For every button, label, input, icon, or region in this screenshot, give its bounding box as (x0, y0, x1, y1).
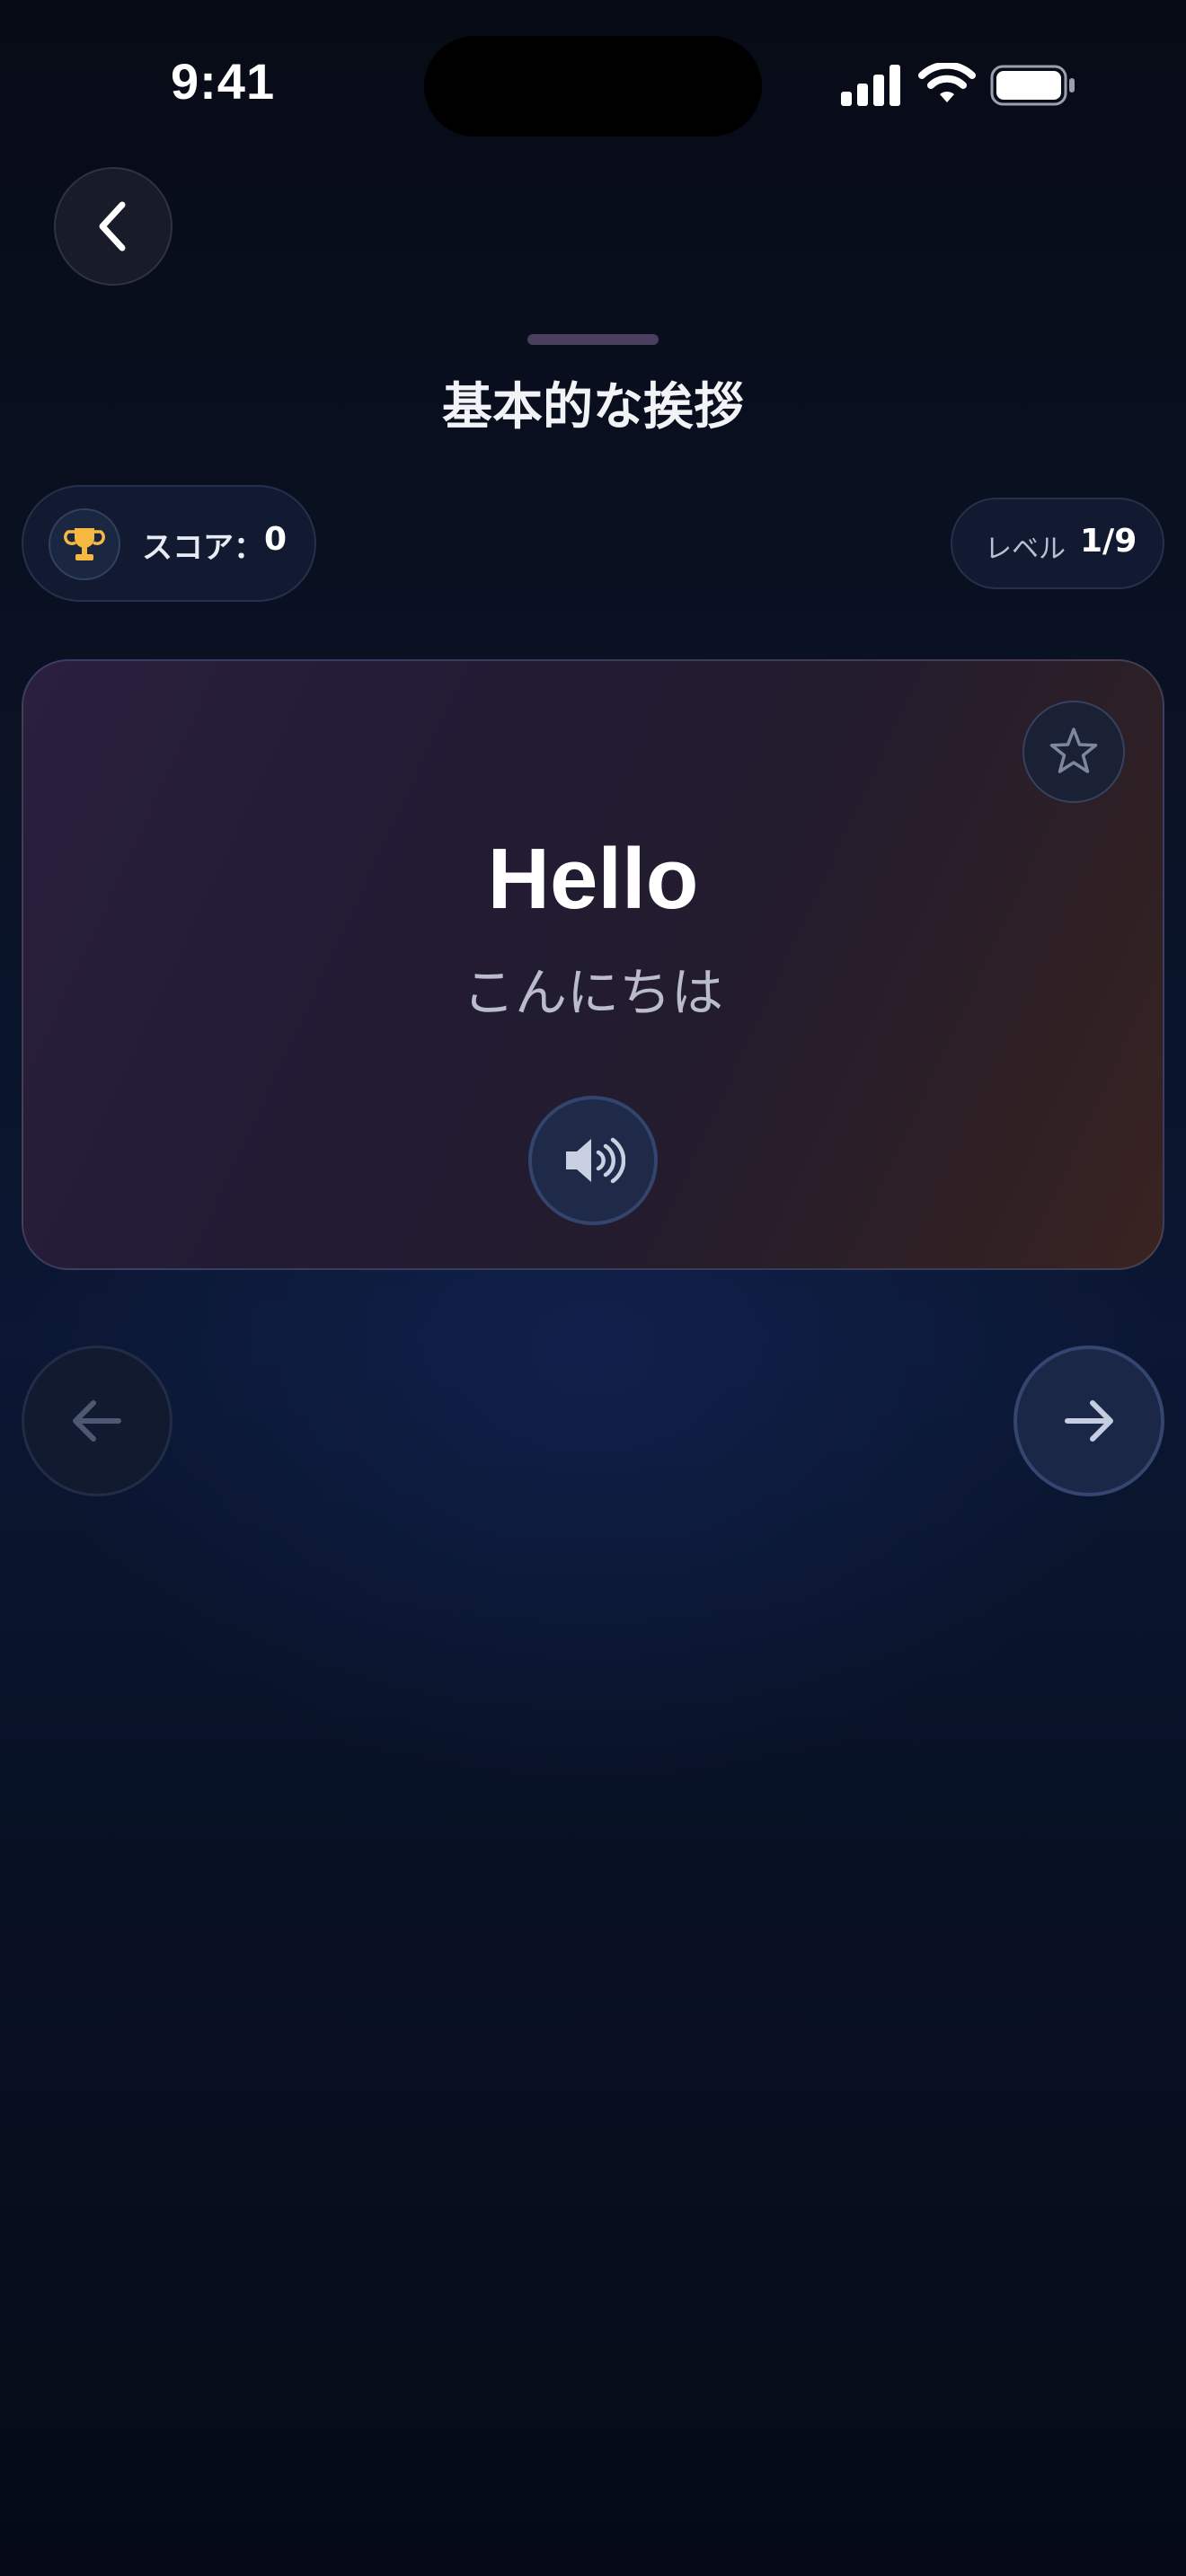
level-label: レベル (985, 534, 1066, 565)
level-value: 1/9 (1080, 523, 1137, 560)
arrow-right-icon (1065, 1400, 1113, 1442)
next-card-button[interactable] (1013, 1345, 1164, 1496)
wifi-icon (918, 63, 976, 102)
speaker-icon (566, 1137, 625, 1184)
score-value: 0 (264, 521, 288, 558)
cellular-signal-icon (841, 65, 900, 106)
flashcard[interactable]: Hello こんにちは (22, 659, 1164, 1270)
page-title: 基本的な挨拶 (442, 378, 744, 437)
play-audio-button[interactable] (528, 1096, 658, 1225)
dynamic-island (424, 36, 762, 137)
trophy-badge (49, 508, 120, 580)
favorite-button[interactable] (1022, 701, 1125, 803)
flashcard-word: Hello (487, 831, 699, 927)
previous-card-button[interactable] (22, 1345, 173, 1496)
sheet-grabber[interactable] (527, 334, 659, 345)
arrow-left-icon (73, 1400, 121, 1442)
level-pill: レベル 1/9 (951, 498, 1164, 589)
status-time: 9:41 (171, 53, 276, 110)
chevron-left-icon (99, 201, 126, 251)
trophy-icon (64, 528, 105, 560)
back-button[interactable] (54, 167, 173, 286)
flashcard-translation: こんにちは (462, 962, 723, 1023)
score-pill: スコア： 0 (22, 485, 316, 602)
battery-icon (990, 65, 1075, 106)
star-outline-icon (1049, 728, 1098, 773)
score-label: スコア： (142, 530, 264, 566)
